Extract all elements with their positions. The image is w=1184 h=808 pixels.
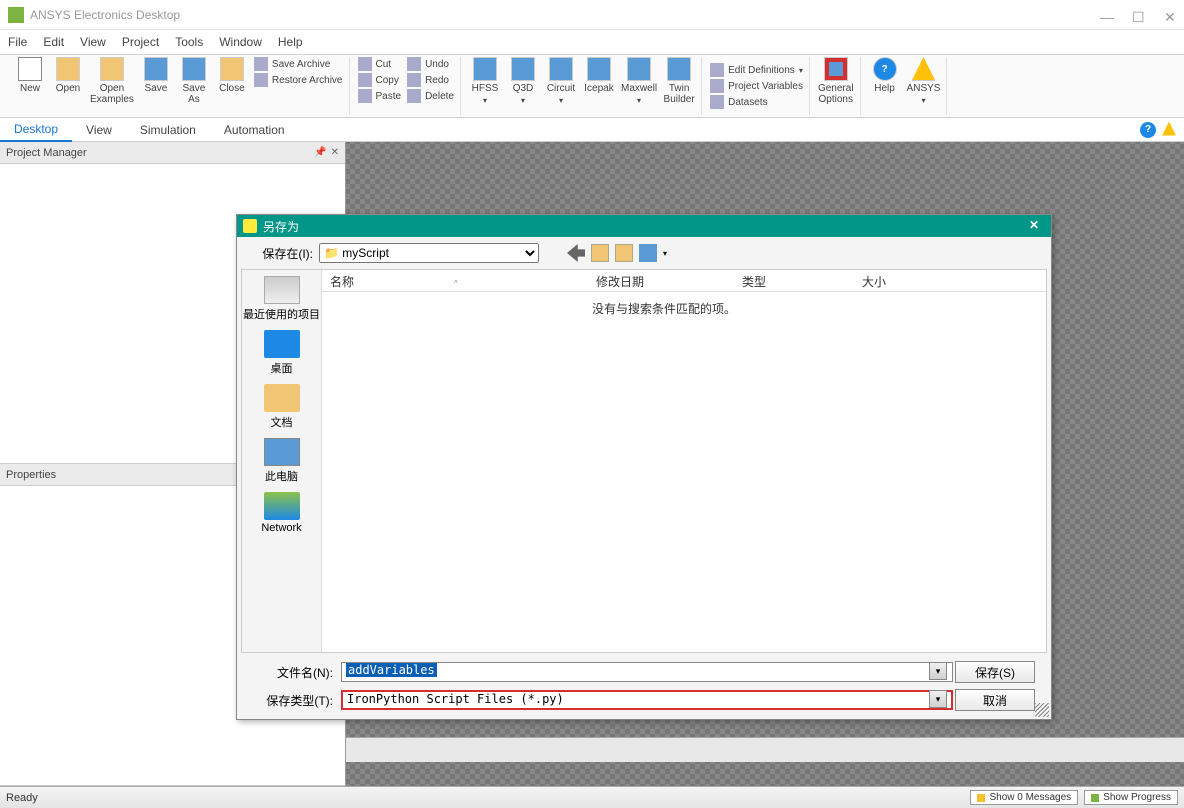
panel-close-icon[interactable]: ✕ xyxy=(331,147,339,158)
resize-grip[interactable] xyxy=(1035,703,1049,717)
new-button[interactable]: New xyxy=(14,57,46,94)
new-folder-icon[interactable] xyxy=(615,244,633,262)
ribbon-tab-strip: Desktop View Simulation Automation ? xyxy=(0,118,1184,142)
up-folder-icon[interactable] xyxy=(591,244,609,262)
filetype-select[interactable]: IronPython Script Files (*.py) xyxy=(341,690,953,710)
col-date[interactable]: 修改日期 xyxy=(588,270,734,291)
back-icon[interactable] xyxy=(567,244,585,262)
filetype-dropdown-button[interactable]: ▾ xyxy=(929,690,947,708)
edit-definitions-button[interactable]: Edit Definitions ▾ xyxy=(710,63,803,77)
dialog-toolbar: 保存在(I): 📁 myScript ▾ xyxy=(237,237,1051,269)
menu-project[interactable]: Project xyxy=(122,35,159,49)
dialog-titlebar: 另存为 ✕ xyxy=(237,215,1051,237)
datasets-button[interactable]: Datasets xyxy=(710,95,803,109)
menu-edit[interactable]: Edit xyxy=(43,35,64,49)
filename-label: 文件名(N): xyxy=(253,664,333,681)
redo-icon xyxy=(407,73,421,87)
sidebar-recent[interactable]: 最近使用的项目 xyxy=(243,276,320,322)
project-variables-button[interactable]: Project Variables xyxy=(710,79,803,93)
copy-button[interactable]: Copy xyxy=(358,73,402,87)
pin-icon[interactable]: 📌 xyxy=(314,147,326,158)
help-icon[interactable]: ? xyxy=(1140,122,1156,138)
undo-icon xyxy=(407,57,421,71)
menubar: File Edit View Project Tools Window Help xyxy=(0,30,1184,54)
app-title: ANSYS Electronics Desktop xyxy=(30,8,1100,22)
col-size[interactable]: 大小 xyxy=(854,270,934,291)
restore-archive-button[interactable]: Restore Archive xyxy=(254,73,343,87)
minimize-button[interactable]: — xyxy=(1100,9,1112,21)
cancel-button[interactable]: 取消 xyxy=(955,689,1035,711)
project-manager-title: Project Manager 📌✕ xyxy=(0,142,345,164)
undo-button[interactable]: Undo xyxy=(407,57,454,71)
close-button-ribbon[interactable]: Close xyxy=(216,57,248,94)
twin-builder-button[interactable]: Twin Builder xyxy=(663,57,695,105)
folder-select[interactable]: 📁 myScript xyxy=(319,243,539,263)
statusbar: Ready Show 0 Messages Show Progress xyxy=(0,786,1184,808)
redo-button[interactable]: Redo xyxy=(407,73,454,87)
save-in-label: 保存在(I): xyxy=(253,245,313,262)
tab-simulation[interactable]: Simulation xyxy=(126,119,210,141)
help-button[interactable]: ?Help xyxy=(869,57,901,94)
icepak-button[interactable]: Icepak xyxy=(583,57,615,94)
show-messages-button[interactable]: Show 0 Messages xyxy=(970,790,1078,805)
hfss-button[interactable]: HFSS▾ xyxy=(469,57,501,105)
circuit-button[interactable]: Circuit▾ xyxy=(545,57,577,105)
sidebar-desktop[interactable]: 桌面 xyxy=(264,330,300,376)
maximize-button[interactable]: ☐ xyxy=(1132,9,1144,21)
cut-icon xyxy=(358,57,372,71)
delete-icon xyxy=(407,89,421,103)
menu-help[interactable]: Help xyxy=(278,35,303,49)
save-button[interactable]: Save xyxy=(140,57,172,94)
ansys-small-icon[interactable] xyxy=(1162,122,1176,136)
save-archive-button[interactable]: Save Archive xyxy=(254,57,343,71)
close-button[interactable]: ✕ xyxy=(1164,9,1176,21)
tab-automation[interactable]: Automation xyxy=(210,119,299,141)
menu-tools[interactable]: Tools xyxy=(175,35,203,49)
filetype-label: 保存类型(T): xyxy=(253,692,333,709)
save-confirm-button[interactable]: 保存(S) xyxy=(955,661,1035,683)
sidebar-documents[interactable]: 文档 xyxy=(264,384,300,430)
copy-icon xyxy=(358,73,372,87)
tab-view[interactable]: View xyxy=(72,119,126,141)
status-ready: Ready xyxy=(6,792,38,804)
ansys-button[interactable]: ANSYS▾ xyxy=(907,57,941,105)
dialog-sidebar: 最近使用的项目 桌面 文档 此电脑 Network xyxy=(242,270,322,652)
paste-icon xyxy=(358,89,372,103)
filename-input[interactable]: addVariables xyxy=(341,662,953,682)
sidebar-network[interactable]: Network xyxy=(261,492,301,534)
menu-view[interactable]: View xyxy=(80,35,106,49)
save-as-dialog: 另存为 ✕ 保存在(I): 📁 myScript ▾ 最近使用的项目 桌面 文档… xyxy=(236,214,1052,720)
dialog-close-button[interactable]: ✕ xyxy=(1029,218,1045,234)
views-icon[interactable] xyxy=(639,244,657,262)
app-icon xyxy=(8,7,24,23)
saveas-button[interactable]: Save As xyxy=(178,57,210,105)
empty-message: 没有与搜索条件匹配的项。 xyxy=(322,292,1046,325)
tab-desktop[interactable]: Desktop xyxy=(0,118,72,142)
paste-button[interactable]: Paste xyxy=(358,89,402,103)
general-options-button[interactable]: General Options xyxy=(818,57,854,105)
open-examples-button[interactable]: Open Examples xyxy=(90,57,134,105)
maxwell-button[interactable]: Maxwell▾ xyxy=(621,57,657,105)
col-name[interactable]: 名称^ xyxy=(322,270,588,291)
show-progress-button[interactable]: Show Progress xyxy=(1084,790,1178,805)
filename-dropdown-button[interactable]: ▾ xyxy=(929,662,947,680)
titlebar: ANSYS Electronics Desktop — ☐ ✕ xyxy=(0,0,1184,30)
q3d-button[interactable]: Q3D▾ xyxy=(507,57,539,105)
file-list: 名称^ 修改日期 类型 大小 没有与搜索条件匹配的项。 xyxy=(322,270,1046,652)
menu-file[interactable]: File xyxy=(8,35,27,49)
open-button[interactable]: Open xyxy=(52,57,84,94)
sidebar-thispc[interactable]: 此电脑 xyxy=(264,438,300,484)
menu-window[interactable]: Window xyxy=(219,35,262,49)
cut-button[interactable]: Cut xyxy=(358,57,402,71)
dialog-footer: 文件名(N): addVariables ▾ 保存(S) 保存类型(T): Ir… xyxy=(237,653,1051,719)
dialog-title: 另存为 xyxy=(263,218,299,235)
col-type[interactable]: 类型 xyxy=(734,270,854,291)
dialog-icon xyxy=(243,219,257,233)
delete-button[interactable]: Delete xyxy=(407,89,454,103)
dialog-body: 最近使用的项目 桌面 文档 此电脑 Network 名称^ 修改日期 类型 大小… xyxy=(241,269,1047,653)
ribbon: New Open Open Examples Save Save As Clos… xyxy=(0,54,1184,118)
file-list-headers: 名称^ 修改日期 类型 大小 xyxy=(322,270,1046,292)
